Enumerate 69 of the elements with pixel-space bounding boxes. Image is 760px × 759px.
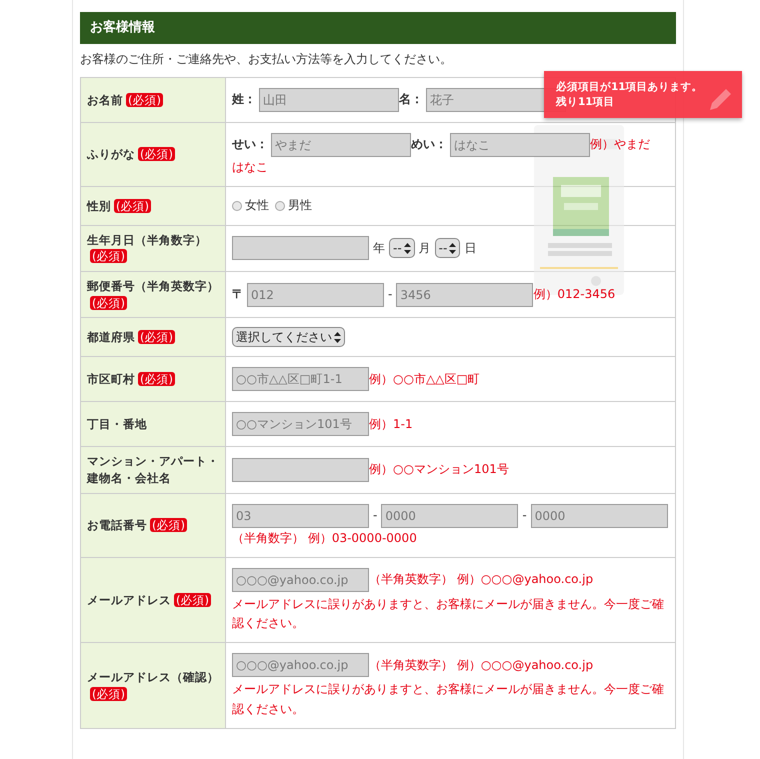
required-badge: (必須) (150, 518, 187, 532)
input-field[interactable]: 012 (247, 282, 384, 307)
field-prefix: めい： (411, 137, 447, 152)
input-field[interactable]: はなこ (450, 133, 590, 157)
input-field[interactable]: やまだ (271, 133, 411, 157)
label-cell: 丁目・番地 (81, 402, 226, 446)
input-field[interactable]: 3456 (396, 282, 534, 307)
required-badge: (必須) (138, 147, 175, 162)
required-badge: (必須) (138, 330, 175, 344)
select-arrows-icon (449, 242, 456, 254)
required-badge: (必須) (126, 92, 163, 107)
select-dropdown[interactable]: -- (434, 238, 460, 258)
example-hint: 例）やまだ (590, 136, 650, 154)
required-badge: (必須) (174, 592, 211, 607)
select-arrows-icon (334, 332, 341, 343)
required-count-toast: 必須項目が11項目あります。 残り11項目 (544, 71, 742, 118)
example-hint: （半角英数字） 例）○○○@yahoo.co.jp (369, 656, 594, 674)
field-unit: - (522, 508, 527, 522)
input-field[interactable] (232, 458, 369, 482)
label-cell: 生年月日（半角数字） (必須) (81, 226, 226, 271)
label-cell: お名前 (必須) (81, 78, 226, 122)
example-hint: 例）○○マンション101号 (369, 461, 509, 478)
label-cell: 郵便番号（半角英数字） (必須) (81, 272, 226, 318)
label-cell: 市区町村 (必須) (81, 357, 226, 402)
label-cell: メールアドレス（確認） (必須) (81, 643, 226, 728)
field-unit: 日 (464, 240, 476, 255)
input-field[interactable]: ○○市△△区□町1-1 (232, 367, 369, 392)
label-cell: お電話番号 (必須) (81, 494, 226, 557)
label-cell: 都道府県 (必須) (81, 318, 226, 356)
required-badge: (必須) (138, 372, 175, 386)
example-hint: （半角数字） 例）03-0000-0000 (232, 530, 417, 547)
input-field[interactable] (232, 236, 369, 260)
field-prefix: 姓： (232, 92, 256, 106)
label-cell: マンション・アパート・建物名・会社名 (81, 447, 226, 493)
intro-text: お客様のご住所・ご連絡先や、お支払い方法等を入力してください。 (80, 51, 453, 68)
warning-note: メールアドレスに誤りがありますと、お客様にメールが届きません。今一度ご確認ください。 (232, 681, 665, 718)
required-badge: (必須) (114, 198, 151, 213)
input-field[interactable]: ○○○@yahoo.co.jp (232, 568, 369, 592)
label-cell: ふりがな (必須) (81, 123, 226, 186)
input-field[interactable]: 山田 (259, 88, 399, 112)
label-cell: メールアドレス (必須) (81, 558, 226, 642)
field-unit: - (388, 287, 392, 302)
input-field[interactable]: 0000 (530, 504, 668, 528)
required-badge: (必須) (90, 296, 127, 310)
example-hint: はなこ (232, 159, 268, 176)
example-hint: 例）○○市△△区□町 (369, 370, 480, 388)
field-prefix: 〒 (232, 287, 244, 302)
radio-option[interactable]: 女性 (232, 196, 269, 216)
field-prefix: せい： (232, 137, 268, 152)
field-unit: 月 (418, 240, 431, 255)
example-hint: 例）012-3456 (533, 286, 616, 304)
field-unit: 年 (373, 240, 385, 255)
example-hint: （半角英数字） 例）○○○@yahoo.co.jp (369, 571, 594, 588)
radio-option[interactable]: 男性 (275, 196, 312, 216)
label-cell: 性別 (必須) (81, 187, 226, 225)
warning-note: メールアドレスに誤りがありますと、お客様にメールが届きません。今一度ご確認ください。 (232, 596, 665, 632)
select-dropdown[interactable]: 選択してください (232, 327, 345, 348)
input-field[interactable]: 03 (232, 504, 369, 528)
field-unit: - (373, 508, 378, 522)
required-badge: (必須) (90, 249, 127, 264)
example-hint: 例）1-1 (369, 416, 413, 433)
field-prefix: 名： (399, 92, 423, 106)
input-field[interactable]: 0000 (381, 504, 518, 528)
section-header: お客様情報 (80, 12, 676, 44)
input-field[interactable]: ○○マンション101号 (232, 412, 369, 436)
select-dropdown[interactable]: -- (389, 238, 415, 258)
input-field[interactable]: ○○○@yahoo.co.jp (232, 653, 369, 678)
required-badge: (必須) (90, 686, 127, 701)
select-arrows-icon (404, 242, 411, 254)
